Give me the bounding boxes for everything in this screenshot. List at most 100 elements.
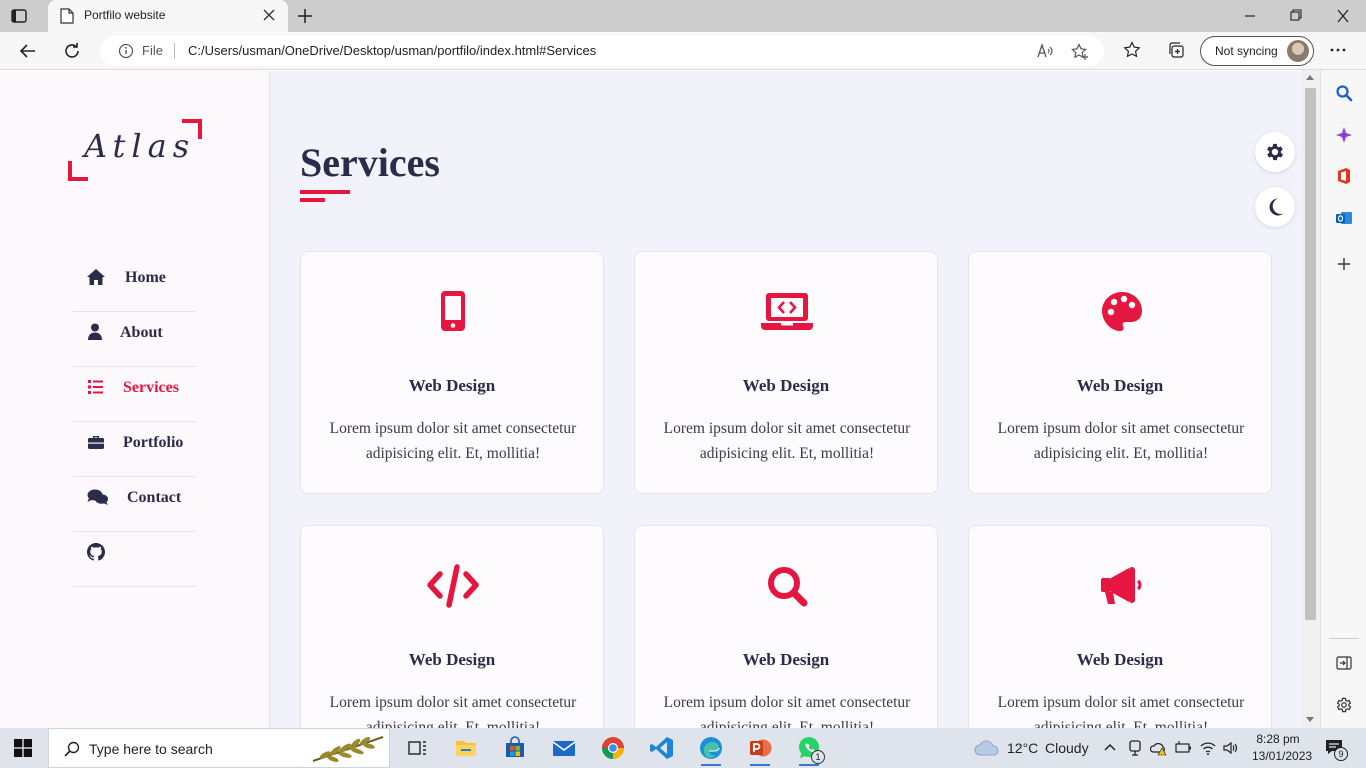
laptop-code-icon (761, 290, 813, 334)
url-separator (174, 43, 175, 59)
hide-sidebar-icon[interactable] (1335, 654, 1353, 677)
tab-title: Portfilo website (84, 8, 166, 22)
weather-temperature: 12°C (1007, 740, 1039, 756)
service-card: Web Design Lorem ipsum dolor sit amet co… (300, 525, 604, 728)
card-title: Web Design (1076, 376, 1164, 395)
window-close-icon[interactable] (1336, 7, 1350, 30)
site-sidebar: Atlas Home About Services Portfolio Cont… (0, 71, 270, 728)
minimize-icon[interactable] (1243, 7, 1257, 30)
collections-icon[interactable] (1167, 41, 1185, 64)
mail-icon[interactable] (552, 736, 576, 760)
search-highlight-image (309, 731, 387, 767)
sidebar-item-services[interactable]: Services (73, 367, 196, 422)
clock-time: 8:28 pm (1256, 732, 1300, 746)
chrome-icon[interactable] (601, 736, 625, 760)
sidebar-item-label: About (120, 324, 163, 341)
clock-date: 13/01/2023 (1252, 749, 1313, 763)
card-title: Web Design (1076, 650, 1164, 669)
url-bar[interactable]: File C:/Users/usman/OneDrive/Desktop/usm… (100, 36, 1104, 66)
sidebar-item-portfolio[interactable]: Portfolio (73, 422, 196, 477)
add-sidebar-app-icon[interactable] (1335, 255, 1353, 278)
sidebar-item-home[interactable]: Home (73, 257, 196, 312)
tab-close-icon[interactable] (262, 8, 276, 27)
task-view-icon[interactable] (406, 736, 430, 760)
whatsapp-icon[interactable]: 1 (797, 736, 825, 766)
profile-avatar (1287, 40, 1309, 62)
briefcase-icon (87, 433, 105, 451)
card-title: Web Design (742, 376, 830, 395)
service-card: Web Design Lorem ipsum dolor sit amet co… (634, 525, 938, 728)
sidebar-item-about[interactable]: About (73, 312, 196, 367)
card-description: Lorem ipsum dolor sit amet consectetur a… (663, 694, 911, 728)
cloudy-weather-icon[interactable] (974, 737, 1000, 761)
new-tab-icon[interactable] (296, 7, 314, 30)
windows-taskbar: Type here to search 1 12°C Cloudy 8:28 p… (0, 728, 1366, 768)
service-card: Web Design Lorem ipsum dolor sit amet co… (968, 525, 1272, 728)
outlook-icon[interactable] (1335, 209, 1353, 232)
scroll-up-arrow-icon[interactable] (1306, 75, 1314, 80)
comments-icon (87, 488, 109, 506)
dark-mode-toggle[interactable] (1255, 187, 1295, 227)
copilot-sparkle-icon[interactable] (1335, 126, 1353, 149)
scroll-thumb[interactable] (1305, 88, 1316, 620)
sidebar-item-contact[interactable]: Contact (73, 477, 196, 532)
edge-search-icon[interactable] (1335, 84, 1353, 107)
favorites-icon[interactable] (1123, 41, 1141, 64)
more-menu-icon[interactable] (1329, 41, 1347, 64)
edge-browser-icon[interactable] (699, 736, 723, 766)
title-underline-short (300, 198, 325, 202)
battery-icon[interactable] (1174, 739, 1192, 763)
wifi-icon[interactable] (1199, 739, 1217, 763)
sidebar-item-label: Portfolio (123, 434, 184, 451)
url-text[interactable]: C:/Users/usman/OneDrive/Desktop/usman/po… (188, 43, 596, 58)
scroll-down-arrow-icon[interactable] (1306, 717, 1314, 722)
theme-settings-button[interactable] (1255, 132, 1295, 172)
file-explorer-icon[interactable] (454, 736, 478, 760)
onedrive-warning-icon[interactable] (1149, 739, 1168, 763)
search-icon (767, 564, 808, 608)
notification-center-icon[interactable]: 9 (1324, 737, 1350, 761)
windows-start-icon[interactable] (14, 739, 32, 762)
taskbar-search-placeholder: Type here to search (89, 741, 213, 757)
restore-icon[interactable] (1289, 7, 1303, 30)
back-icon[interactable] (18, 41, 38, 66)
palette-icon (1101, 290, 1142, 334)
sidebar-item-label: Services (123, 379, 179, 396)
edge-sidebar-divider (1329, 638, 1359, 639)
settings-gear-icon[interactable] (1335, 696, 1353, 719)
sync-label: Not syncing (1215, 44, 1278, 58)
notification-count-badge: 9 (1334, 747, 1348, 761)
browser-tab-bar: Portfilo website (0, 0, 1366, 32)
profile-sync-button[interactable]: Not syncing (1200, 36, 1314, 66)
volume-icon[interactable] (1222, 739, 1240, 763)
card-description: Lorem ipsum dolor sit amet consectetur a… (329, 694, 577, 728)
page-title: Services (300, 140, 440, 185)
office-icon[interactable] (1335, 167, 1353, 190)
site-info-icon[interactable] (118, 43, 134, 64)
taskbar-clock[interactable]: 8:28 pm 13/01/2023 (1252, 731, 1313, 765)
home-icon (87, 268, 105, 286)
title-underline-long (300, 190, 350, 194)
service-card: Web Design Lorem ipsum dolor sit amet co… (634, 251, 938, 494)
vscode-icon[interactable] (650, 736, 674, 760)
site-logo[interactable]: Atlas (68, 119, 202, 183)
sidebar-item-label: Contact (127, 489, 182, 506)
tab-actions-icon[interactable] (10, 7, 28, 25)
mobile-icon (433, 290, 473, 334)
weather-description: Cloudy (1045, 740, 1089, 756)
sidebar-item-label: Home (125, 269, 166, 286)
powerpoint-icon[interactable] (748, 736, 772, 766)
read-aloud-icon[interactable] (1036, 42, 1054, 64)
meet-now-icon[interactable] (1127, 739, 1143, 763)
browser-tab-active[interactable]: Portfilo website (48, 0, 288, 32)
taskbar-search-box[interactable]: Type here to search (48, 728, 390, 768)
add-favorite-icon[interactable] (1071, 43, 1089, 66)
refresh-icon[interactable] (62, 41, 82, 66)
microsoft-store-icon[interactable] (503, 736, 527, 760)
card-title: Web Design (742, 650, 830, 669)
tray-chevron-up-icon[interactable] (1102, 738, 1118, 762)
card-description: Lorem ipsum dolor sit amet consectetur a… (663, 420, 911, 462)
page-scrollbar[interactable] (1301, 70, 1320, 728)
portfolio-page: Atlas Home About Services Portfolio Cont… (0, 71, 1301, 728)
sidebar-item-github[interactable] (73, 532, 196, 587)
